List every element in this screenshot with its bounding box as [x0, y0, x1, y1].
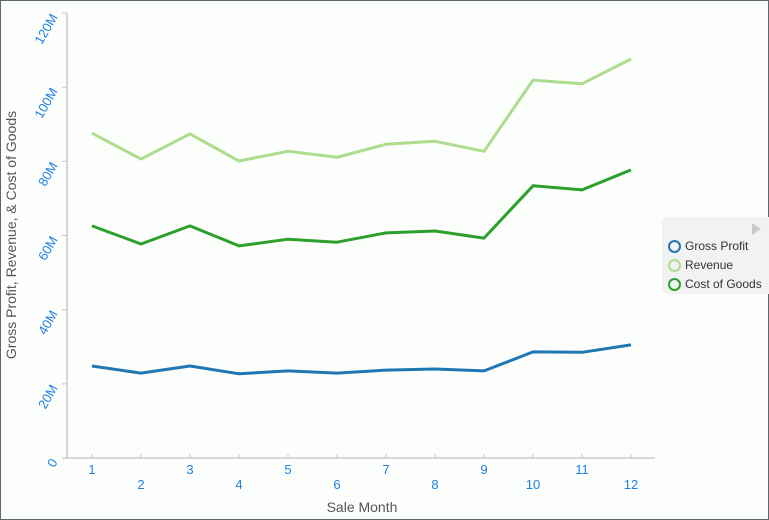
legend-marker-cost-of-goods [668, 277, 681, 291]
legend: Gross Profit Revenue Cost of Goods [662, 217, 769, 294]
y-tick-label: 20M [35, 382, 61, 411]
legend-marker-gross-profit [668, 239, 681, 253]
x-tick-label: 6 [333, 477, 340, 492]
legend-marker-revenue [668, 258, 681, 272]
x-tick-label: 3 [186, 462, 193, 477]
x-tick-label: 7 [382, 462, 389, 477]
y-tick-label: 40M [35, 308, 61, 337]
legend-label: Cost of Goods [685, 277, 762, 291]
y-tick-label: 60M [35, 234, 61, 263]
y-tick-label: 0 [44, 456, 61, 470]
line-chart: 020M40M60M80M100M120M123456789101112 Sal… [3, 11, 655, 515]
y-tick-label: 80M [35, 159, 61, 188]
x-tick-label: 1 [88, 462, 95, 477]
x-tick-label: 10 [526, 477, 540, 492]
legend-scroll-right-icon[interactable] [752, 223, 761, 235]
x-tick-label: 8 [431, 477, 438, 492]
x-tick-label: 5 [284, 462, 291, 477]
x-axis-title: Sale Month [327, 499, 398, 515]
legend-item-revenue[interactable]: Revenue [668, 256, 733, 274]
legend-item-cost-of-goods[interactable]: Cost of Goods [668, 275, 762, 293]
x-tick-label: 11 [575, 462, 589, 477]
series-line-gross-profit [91, 343, 632, 376]
y-tick-label: 100M [31, 85, 60, 121]
legend-item-gross-profit[interactable]: Gross Profit [668, 237, 748, 255]
legend-label: Gross Profit [685, 239, 749, 253]
legend-label: Revenue [685, 258, 734, 272]
x-tick-label: 4 [235, 477, 242, 492]
y-tick-label: 120M [31, 11, 60, 47]
y-axis-title: Gross Profit, Revenue, & Cost of Goods [3, 111, 19, 359]
x-tick-label: 2 [137, 477, 144, 492]
series-line-cost-of-goods [91, 168, 632, 248]
series-line-revenue [91, 57, 632, 163]
x-tick-label: 9 [480, 462, 487, 477]
x-tick-label: 12 [624, 477, 638, 492]
